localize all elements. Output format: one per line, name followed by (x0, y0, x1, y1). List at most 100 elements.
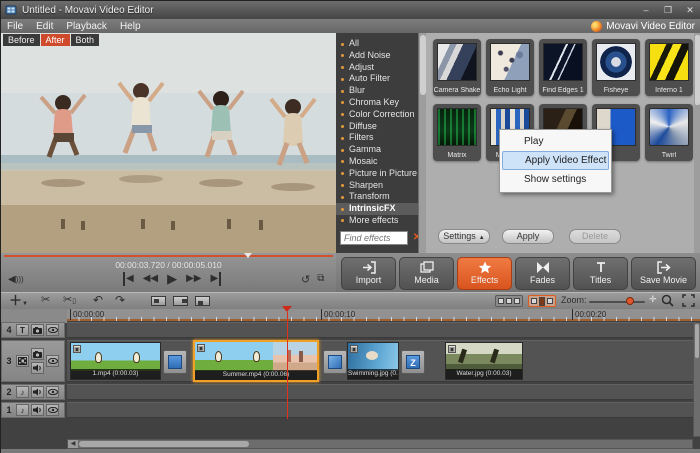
effects-button[interactable]: Effects (457, 257, 512, 290)
category-add-noise[interactable]: Add Noise (336, 50, 418, 62)
effects-grid-scrollbar[interactable] (694, 33, 700, 253)
track-tool-2-icon[interactable] (173, 296, 188, 306)
track-tool-3-icon[interactable] (195, 296, 210, 306)
category-blur[interactable]: Blur (336, 85, 418, 97)
category-more-effects[interactable]: More effects (336, 215, 418, 227)
scroll-left-icon[interactable]: ◀ (68, 440, 78, 448)
cut-icon[interactable]: ✂ (41, 293, 50, 308)
menu-playback[interactable]: Playback (66, 21, 107, 32)
fast-forward-icon[interactable]: ▶▶ (186, 272, 201, 286)
timeline-vscrollbar[interactable] (693, 322, 700, 437)
track-row-titles[interactable] (67, 322, 693, 338)
maximize-icon[interactable]: ❐ (661, 5, 675, 16)
rewind-icon[interactable]: ◀◀ (143, 272, 158, 286)
skip-end-icon[interactable]: ▶ (210, 272, 221, 286)
effect-thumb-matrix[interactable]: Matrix (433, 104, 481, 161)
eye-icon[interactable] (46, 404, 59, 416)
seek-handle[interactable] (244, 253, 252, 258)
effect-thumb-twirl[interactable]: Twirl (645, 104, 693, 161)
media-button[interactable]: Media (399, 257, 454, 290)
clip-1mp4[interactable]: ▣ 1.mp4 (0:00.03) (70, 342, 161, 380)
save-movie-button[interactable]: Save Movie (631, 257, 696, 290)
category-adjust[interactable]: Adjust (336, 62, 418, 74)
preview-area[interactable] (1, 33, 336, 253)
eye-icon[interactable] (46, 355, 59, 367)
category-intrinsicfx[interactable]: IntrinsicFX (336, 203, 418, 215)
transition-1[interactable] (163, 350, 187, 374)
menu-edit[interactable]: Edit (36, 21, 53, 32)
category-mosaic[interactable]: Mosaic (336, 156, 418, 168)
fades-button[interactable]: Fades (515, 257, 570, 290)
track-row-audio-linked[interactable] (67, 384, 693, 400)
clip-summer-mp4[interactable]: ▣ Summer.mp4 (0:00.06) (193, 340, 319, 382)
category-auto-filter[interactable]: Auto Filter (336, 73, 418, 85)
timeline-view-button[interactable] (528, 295, 556, 307)
zoom-plus-icon[interactable]: ✛ (649, 294, 657, 305)
skip-start-icon[interactable]: ◀ (123, 272, 134, 286)
transition-2[interactable] (323, 350, 347, 374)
category-all[interactable]: All (336, 38, 418, 50)
category-color-correction[interactable]: Color Correction (336, 109, 418, 121)
title-track-icon[interactable]: T (16, 324, 29, 336)
settings-button[interactable]: Settings▲ (438, 229, 490, 244)
effect-thumb-camera-shake[interactable]: Camera Shake (433, 39, 481, 96)
search-input[interactable] (340, 231, 408, 245)
volume-icon[interactable]: ◀))) (8, 274, 24, 285)
effect-thumb-fisheye[interactable]: Fisheye (592, 39, 640, 96)
import-button[interactable]: Import (341, 257, 396, 290)
eye-icon[interactable] (46, 386, 59, 398)
category-filters[interactable]: Filters (336, 132, 418, 144)
hscroll-thumb[interactable] (79, 441, 249, 447)
magnifier-icon[interactable] (661, 294, 674, 307)
speaker-icon[interactable] (31, 362, 44, 374)
split-icon[interactable]: ✂▯ (63, 293, 76, 309)
storyboard-view-button[interactable] (495, 295, 523, 307)
loop-icon[interactable]: ↺ (301, 273, 310, 286)
clip-water-jpg[interactable]: ▣ Water.jpg (0:00.03) (445, 342, 523, 380)
timeline-hscrollbar[interactable]: ◀ (67, 439, 693, 449)
category-gamma[interactable]: Gamma (336, 144, 418, 156)
context-menu-play[interactable]: Play (502, 132, 609, 151)
category-chroma-key[interactable]: Chroma Key (336, 97, 418, 109)
camera-icon[interactable] (31, 324, 44, 336)
category-scrollbar[interactable] (418, 33, 426, 253)
tab-before[interactable]: Before (3, 34, 40, 46)
category-picture-in-picture[interactable]: Picture in Picture (336, 168, 418, 180)
close-icon[interactable]: ✕ (683, 5, 697, 16)
vscroll-thumb[interactable] (695, 324, 699, 358)
zoom-slider-handle[interactable] (626, 297, 634, 305)
context-menu-apply-video-effect[interactable]: Apply Video Effect (502, 151, 609, 170)
frame-view-icon[interactable]: ⧉ (317, 273, 324, 286)
title-bar[interactable]: Untitled - Movavi Video Editor – ❐ ✕ (1, 1, 700, 19)
seek-bar[interactable] (4, 255, 333, 257)
tab-both[interactable]: Both (71, 34, 100, 46)
zoom-slider-track[interactable] (589, 301, 645, 303)
category-transform[interactable]: Transform (336, 191, 418, 203)
effect-thumb-find-edges[interactable]: Find Edges 1 (539, 39, 587, 96)
menu-help[interactable]: Help (120, 21, 141, 32)
effect-thumb-inferno[interactable]: Inferno 1 (645, 39, 693, 96)
transition-z[interactable]: Z (401, 350, 425, 374)
film-icon[interactable] (16, 355, 29, 367)
minimize-icon[interactable]: – (639, 5, 653, 16)
clip-swimming-jpg[interactable]: ▣ Swimming.jpg (0... (347, 342, 399, 380)
speaker-icon[interactable] (31, 404, 44, 416)
eye-icon[interactable] (46, 324, 59, 336)
play-icon[interactable]: ▶ (167, 272, 177, 286)
tab-after[interactable]: After (41, 34, 70, 46)
undo-icon[interactable]: ↶ (93, 293, 103, 308)
music-note-icon[interactable]: ♪ (16, 404, 29, 416)
titles-button[interactable]: Titles (573, 257, 628, 290)
category-sharpen[interactable]: Sharpen (336, 180, 418, 192)
music-note-icon[interactable]: ♪ (16, 386, 29, 398)
effect-thumb-echo-light[interactable]: Echo Light (486, 39, 534, 96)
fullscreen-timeline-icon[interactable] (682, 294, 695, 307)
context-menu-show-settings[interactable]: Show settings (502, 170, 609, 189)
camera-icon[interactable] (31, 348, 44, 360)
track-row-audio[interactable] (67, 402, 693, 418)
menu-file[interactable]: File (7, 21, 23, 32)
playhead-line[interactable] (287, 312, 288, 419)
track-tool-1-icon[interactable] (151, 296, 166, 306)
speaker-icon[interactable] (31, 386, 44, 398)
apply-button[interactable]: Apply (502, 229, 554, 244)
